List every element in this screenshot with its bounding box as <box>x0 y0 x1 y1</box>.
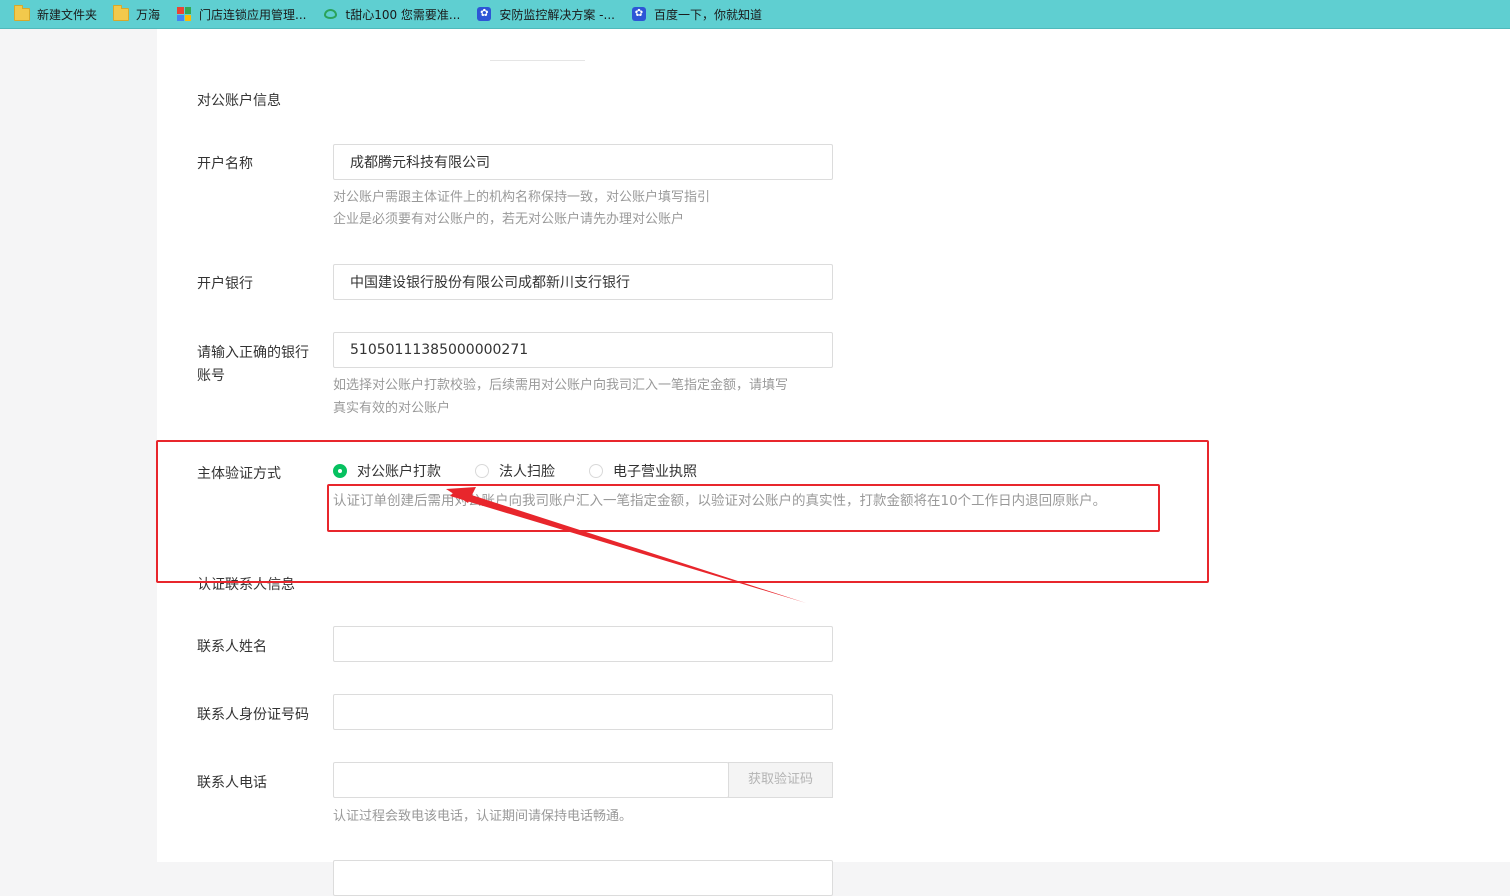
contact-phone-input[interactable] <box>333 762 729 798</box>
tab-underline <box>490 56 585 61</box>
bank-label: 开户银行 <box>197 276 253 292</box>
next-field-input[interactable] <box>333 860 833 896</box>
account-name-label: 开户名称 <box>197 156 253 172</box>
account-number-label-1: 请输入正确的银行 <box>197 345 309 361</box>
bookmark-label: 新建文件夹 <box>37 7 98 22</box>
app-tiles-icon <box>176 6 192 22</box>
bookmark-baidu[interactable]: ✿ 百度一下，你就知道 <box>631 6 762 23</box>
annotation-inner-box <box>327 484 1160 532</box>
get-code-button[interactable]: 获取验证码 <box>728 762 833 798</box>
account-number-input[interactable] <box>333 332 833 368</box>
account-name-hint-2: 企业是必须要有对公账户的，若无对公账户请先办理对公账户 <box>333 212 685 227</box>
contact-phone-label: 联系人电话 <box>197 775 267 791</box>
bookmark-label: 门店连锁应用管理... <box>199 7 307 22</box>
contact-phone-hint: 认证过程会致电该电话，认证期间请保持电话畅通。 <box>333 809 633 824</box>
bank-input[interactable] <box>333 264 833 300</box>
bookmark-store-chain[interactable]: 门店连锁应用管理... <box>176 6 306 23</box>
bookmark-label: 万海 <box>136 7 161 22</box>
account-number-hint-1: 如选择对公账户打款校验，后续需用对公账户向我司汇入一笔指定金额，请填写 <box>333 378 789 393</box>
account-number-hint-2: 真实有效的对公账户 <box>333 401 451 416</box>
bookmark-label: t甜心100 您需要准... <box>345 7 461 22</box>
leaf-icon <box>322 6 338 22</box>
bookmark-wanhai[interactable]: 万海 <box>113 4 161 23</box>
contact-id-input[interactable] <box>333 694 833 730</box>
bookmark-security-monitor[interactable]: ✿ 安防监控解决方案 -... <box>476 6 615 23</box>
baidu-paw-icon: ✿ <box>631 6 647 22</box>
bookmark-tianxin[interactable]: t甜心100 您需要准... <box>322 6 460 23</box>
baidu-paw-icon: ✿ <box>476 6 492 22</box>
contact-name-input[interactable] <box>333 626 833 662</box>
folder-icon <box>14 4 30 22</box>
bookmark-label: 安防监控解决方案 -... <box>499 7 615 22</box>
contact-name-label: 联系人姓名 <box>197 639 267 655</box>
account-name-hint-1: 对公账户需跟主体证件上的机构名称保持一致，对公账户填写指引 <box>333 190 711 205</box>
account-number-label-2: 账号 <box>197 368 225 384</box>
bookmark-new-folder[interactable]: 新建文件夹 <box>14 4 98 23</box>
bookmarks-bar: 新建文件夹 万海 门店连锁应用管理... t甜心100 您需要准... ✿ 安防… <box>0 0 1510 29</box>
account-name-input[interactable] <box>333 144 833 180</box>
contact-id-label: 联系人身份证号码 <box>197 707 309 723</box>
bookmark-label: 百度一下，你就知道 <box>653 7 762 22</box>
section-title-account: 对公账户信息 <box>197 93 281 109</box>
folder-icon <box>113 4 130 22</box>
